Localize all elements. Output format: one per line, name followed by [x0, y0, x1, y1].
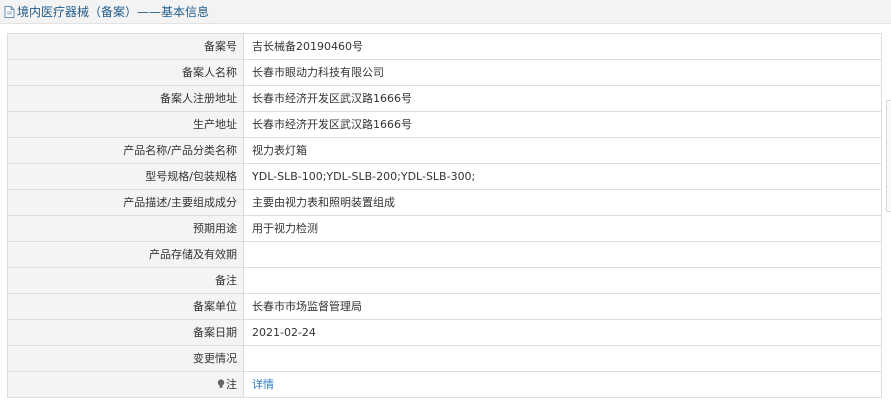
row-value: 2021-02-24 — [243, 319, 882, 346]
row-label: 备案人名称 — [7, 59, 244, 86]
row-value: YDL-SLB-100;YDL-SLB-200;YDL-SLB-300; — [243, 163, 882, 190]
row-value: 吉长械备20190460号 — [243, 33, 882, 60]
row-value — [243, 267, 882, 294]
row-label: 生产地址 — [7, 111, 244, 138]
table-row: 生产地址 长春市经济开发区武汉路1666号 — [7, 111, 882, 138]
row-value: 视力表灯箱 — [243, 137, 882, 164]
row-label: 备注 — [7, 267, 244, 294]
row-label: 产品描述/主要组成成分 — [7, 189, 244, 216]
row-label: 型号规格/包装规格 — [7, 163, 244, 190]
table-row: 产品名称/产品分类名称 视力表灯箱 — [7, 137, 882, 164]
side-scroll-edge[interactable] — [886, 100, 891, 212]
row-label: 预期用途 — [7, 215, 244, 242]
note-row: 注 详情 — [7, 371, 882, 398]
note-value: 详情 — [243, 371, 882, 398]
table-row: 型号规格/包装规格 YDL-SLB-100;YDL-SLB-200;YDL-SL… — [7, 163, 882, 190]
row-value: 主要由视力表和照明装置组成 — [243, 189, 882, 216]
note-label: 注 — [7, 371, 244, 398]
table-row: 产品描述/主要组成成分 主要由视力表和照明装置组成 — [7, 189, 882, 216]
page-title: 境内医疗器械（备案）——基本信息 — [17, 5, 210, 19]
document-icon — [4, 5, 15, 18]
row-value: 长春市眼动力科技有限公司 — [243, 59, 882, 86]
row-value: 长春市经济开发区武汉路1666号 — [243, 85, 882, 112]
info-table-container: 备案号 吉长械备20190460号 备案人名称 长春市眼动力科技有限公司 备案人… — [7, 33, 882, 398]
table-row: 备案单位 长春市市场监督管理局 — [7, 293, 882, 320]
table-row: 变更情况 — [7, 345, 882, 372]
lightbulb-icon — [217, 379, 225, 388]
row-value — [243, 241, 882, 268]
row-label: 变更情况 — [7, 345, 244, 372]
row-label: 产品存储及有效期 — [7, 241, 244, 268]
table-row: 备案日期 2021-02-24 — [7, 319, 882, 346]
row-label: 备案人注册地址 — [7, 85, 244, 112]
table-row: 备案人注册地址 长春市经济开发区武汉路1666号 — [7, 85, 882, 112]
row-value: 用于视力检测 — [243, 215, 882, 242]
row-label: 备案日期 — [7, 319, 244, 346]
row-value: 长春市经济开发区武汉路1666号 — [243, 111, 882, 138]
page-header: 境内医疗器械（备案）——基本信息 — [0, 0, 891, 24]
table-row: 备案号 吉长械备20190460号 — [7, 33, 882, 60]
row-label: 备案号 — [7, 33, 244, 60]
row-label: 备案单位 — [7, 293, 244, 320]
table-row: 预期用途 用于视力检测 — [7, 215, 882, 242]
row-label: 产品名称/产品分类名称 — [7, 137, 244, 164]
row-value: 长春市市场监督管理局 — [243, 293, 882, 320]
table-row: 产品存储及有效期 — [7, 241, 882, 268]
row-value — [243, 345, 882, 372]
info-table: 备案号 吉长械备20190460号 备案人名称 长春市眼动力科技有限公司 备案人… — [7, 33, 882, 398]
table-row: 备案人名称 长春市眼动力科技有限公司 — [7, 59, 882, 86]
note-label-text: 注 — [226, 378, 237, 391]
table-row: 备注 — [7, 267, 882, 294]
details-link[interactable]: 详情 — [252, 378, 274, 391]
